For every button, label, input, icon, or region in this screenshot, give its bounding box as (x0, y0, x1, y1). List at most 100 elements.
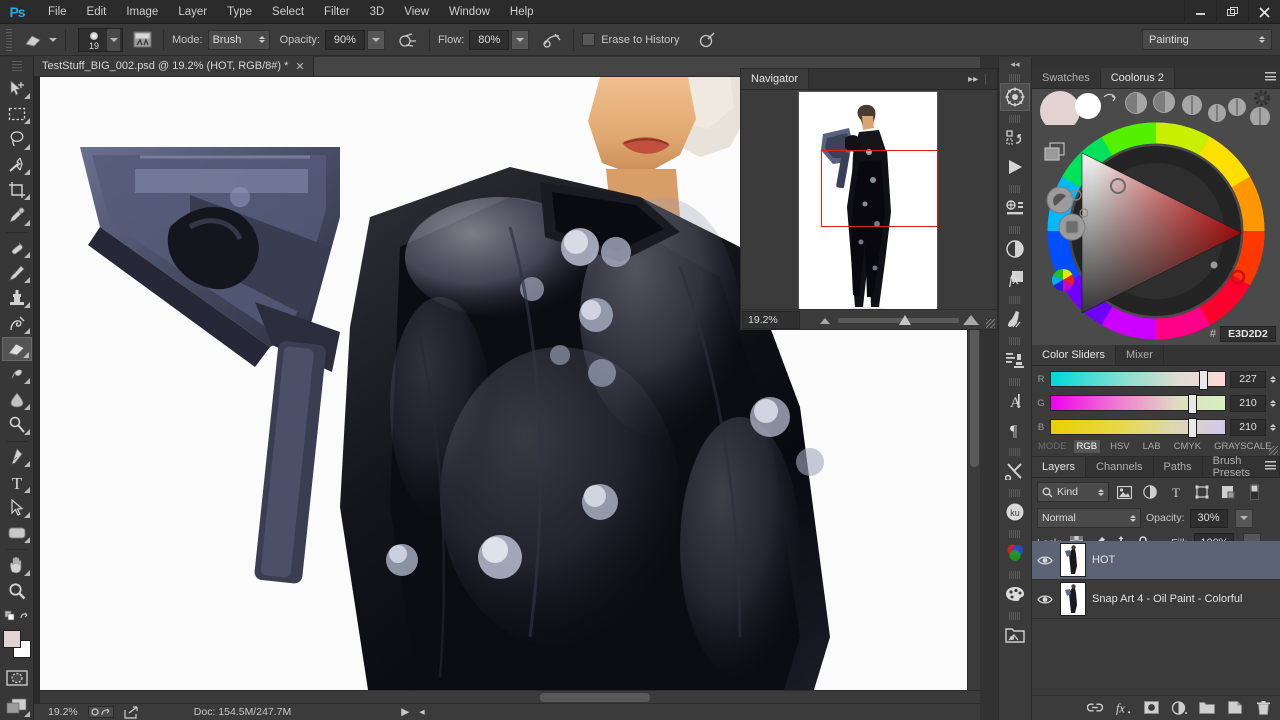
rectangular-marquee-tool[interactable] (2, 102, 32, 126)
dock-group-grip-9[interactable] (1009, 489, 1021, 497)
menu-image[interactable]: Image (116, 0, 168, 24)
brush-picker-caret-icon[interactable] (107, 29, 120, 51)
rounded-rectangle-tool[interactable] (2, 521, 32, 545)
mixer-palette-panel-icon[interactable] (1000, 580, 1030, 608)
close-button[interactable] (1248, 0, 1280, 24)
new-layer-icon[interactable] (1227, 700, 1243, 716)
table-row[interactable]: Snap Art 4 - Oil Paint - Colorful (1032, 580, 1280, 619)
tab-mixer[interactable]: Mixer (1116, 345, 1164, 365)
airbrush-icon[interactable] (539, 28, 565, 52)
3d-panel-icon[interactable] (1000, 83, 1030, 111)
styles-panel-icon[interactable]: fx (1000, 264, 1030, 292)
coolorus-body[interactable]: # E3D2D2 (1032, 89, 1280, 345)
new-adjustment-layer-icon[interactable] (1171, 700, 1187, 716)
zoom-tool[interactable] (2, 579, 32, 603)
move-tool[interactable] (2, 77, 32, 101)
slider-value-r[interactable]: 227 (1230, 371, 1266, 388)
add-layer-mask-icon[interactable] (1143, 700, 1159, 716)
quick-mask-icon[interactable] (2, 665, 32, 689)
navigator-zoom-slider[interactable] (806, 311, 991, 329)
dock-group-grip-10[interactable] (1009, 530, 1021, 538)
workspace-switcher[interactable]: Painting (1142, 29, 1272, 50)
layer-name[interactable]: HOT (1092, 554, 1115, 566)
coolorus-side-buttons[interactable] (1036, 137, 1088, 247)
status-zoom-value[interactable]: 19.2% (48, 706, 78, 718)
dock-group-grip-1[interactable] (1009, 74, 1021, 82)
tab-channels[interactable]: Channels (1086, 457, 1153, 477)
eraser-tool[interactable] (2, 337, 32, 361)
status-toggles-icon[interactable] (88, 706, 114, 718)
dock-group-grip-2[interactable] (1009, 115, 1021, 123)
adjustments-panel-icon[interactable] (1000, 235, 1030, 263)
filter-toggle-icon[interactable] (1243, 482, 1265, 502)
blur-tool[interactable] (2, 387, 32, 411)
menu-filter[interactable]: Filter (314, 0, 360, 24)
layer-style-fx-icon[interactable]: fx (1115, 700, 1131, 716)
delete-layer-icon[interactable] (1255, 700, 1271, 716)
color-sliders-resize-grip[interactable] (1269, 446, 1278, 455)
mini-bridge-panel-icon[interactable] (1000, 621, 1030, 649)
tab-color-sliders[interactable]: Color Sliders (1032, 345, 1116, 365)
gradient-tool[interactable] (2, 362, 32, 386)
mode-grayscale[interactable]: GRAYSCALE (1211, 440, 1274, 453)
slider-track-b[interactable] (1050, 419, 1226, 435)
status-arrow-icon[interactable]: ◂ (419, 706, 424, 718)
dock-collapse-icon[interactable]: ◂◂ (998, 57, 1032, 71)
tab-paths[interactable]: Paths (1154, 457, 1203, 477)
opacity-input[interactable]: 90% (325, 30, 365, 50)
kuler-panel-icon[interactable]: ku (1000, 498, 1030, 526)
layer-name[interactable]: Snap Art 4 - Oil Paint - Colorful (1092, 593, 1242, 605)
type-tool[interactable]: T (2, 470, 32, 494)
status-play-icon[interactable]: ▶ (401, 706, 409, 718)
zoom-out-icon[interactable] (820, 318, 830, 324)
dock-group-grip-6[interactable] (1009, 337, 1021, 345)
eye-icon[interactable] (1036, 590, 1054, 608)
layers-panel-menu-icon[interactable] (1265, 461, 1276, 470)
eyedropper-tool[interactable] (2, 203, 32, 227)
layer-filter-kind-select[interactable]: Kind (1037, 482, 1109, 502)
paragraph-panel-icon[interactable]: ¶ (1000, 416, 1030, 444)
collapse-icon[interactable]: ▸▸ (968, 74, 978, 85)
menu-layer[interactable]: Layer (168, 0, 217, 24)
dock-group-grip-8[interactable] (1009, 448, 1021, 456)
brush-tool[interactable] (2, 261, 32, 285)
restore-button[interactable] (1216, 0, 1248, 24)
menu-select[interactable]: Select (262, 0, 314, 24)
flow-dropdown-button[interactable] (511, 30, 529, 50)
dock-group-grip-4[interactable] (1009, 226, 1021, 234)
history-panel-icon[interactable] (1000, 124, 1030, 152)
color-wheel-panel-icon[interactable] (1000, 539, 1030, 567)
erase-to-history-checkbox[interactable] (582, 33, 595, 46)
zoom-in-icon[interactable] (963, 315, 979, 325)
dodge-tool[interactable] (2, 413, 32, 437)
pen-tool[interactable] (2, 445, 32, 469)
link-layers-icon[interactable] (1087, 700, 1103, 716)
dock-group-grip-5[interactable] (1009, 296, 1021, 304)
slider-spinner-g[interactable] (1270, 400, 1276, 407)
type-filter-icon[interactable]: T (1165, 482, 1187, 502)
document-tab[interactable]: TestStuff_BIG_002.psd @ 19.2% (HOT, RGB/… (34, 56, 314, 76)
crop-tool[interactable] (2, 178, 32, 202)
eye-icon[interactable] (1036, 551, 1054, 569)
slider-value-b[interactable]: 210 (1230, 419, 1266, 436)
lasso-tool[interactable] (2, 127, 32, 151)
mode-rgb[interactable]: RGB (1074, 440, 1101, 453)
layer-opacity-input[interactable]: 30% (1190, 509, 1228, 528)
tab-coolorus[interactable]: Coolorus 2 (1101, 68, 1175, 88)
layer-opacity-dropdown[interactable] (1235, 509, 1253, 528)
slider-knob-r[interactable] (1199, 370, 1208, 390)
menu-window[interactable]: Window (439, 0, 500, 24)
screen-mode-icon[interactable] (2, 695, 32, 719)
menu-help[interactable]: Help (500, 0, 544, 24)
history-brush-tool[interactable] (2, 311, 32, 335)
menu-3d[interactable]: 3D (360, 0, 395, 24)
slider-value-g[interactable]: 210 (1230, 395, 1266, 412)
zoom-slider-knob[interactable] (899, 315, 911, 325)
mode-hsv[interactable]: HSV (1107, 440, 1133, 453)
slider-track-g[interactable] (1050, 395, 1226, 411)
menu-view[interactable]: View (394, 0, 439, 24)
navigator-zoom-input[interactable]: 19.2% (742, 311, 800, 329)
flow-input[interactable]: 80% (469, 30, 509, 50)
layer-thumbnail[interactable] (1060, 543, 1086, 577)
layer-thumbnail[interactable] (1060, 582, 1086, 616)
